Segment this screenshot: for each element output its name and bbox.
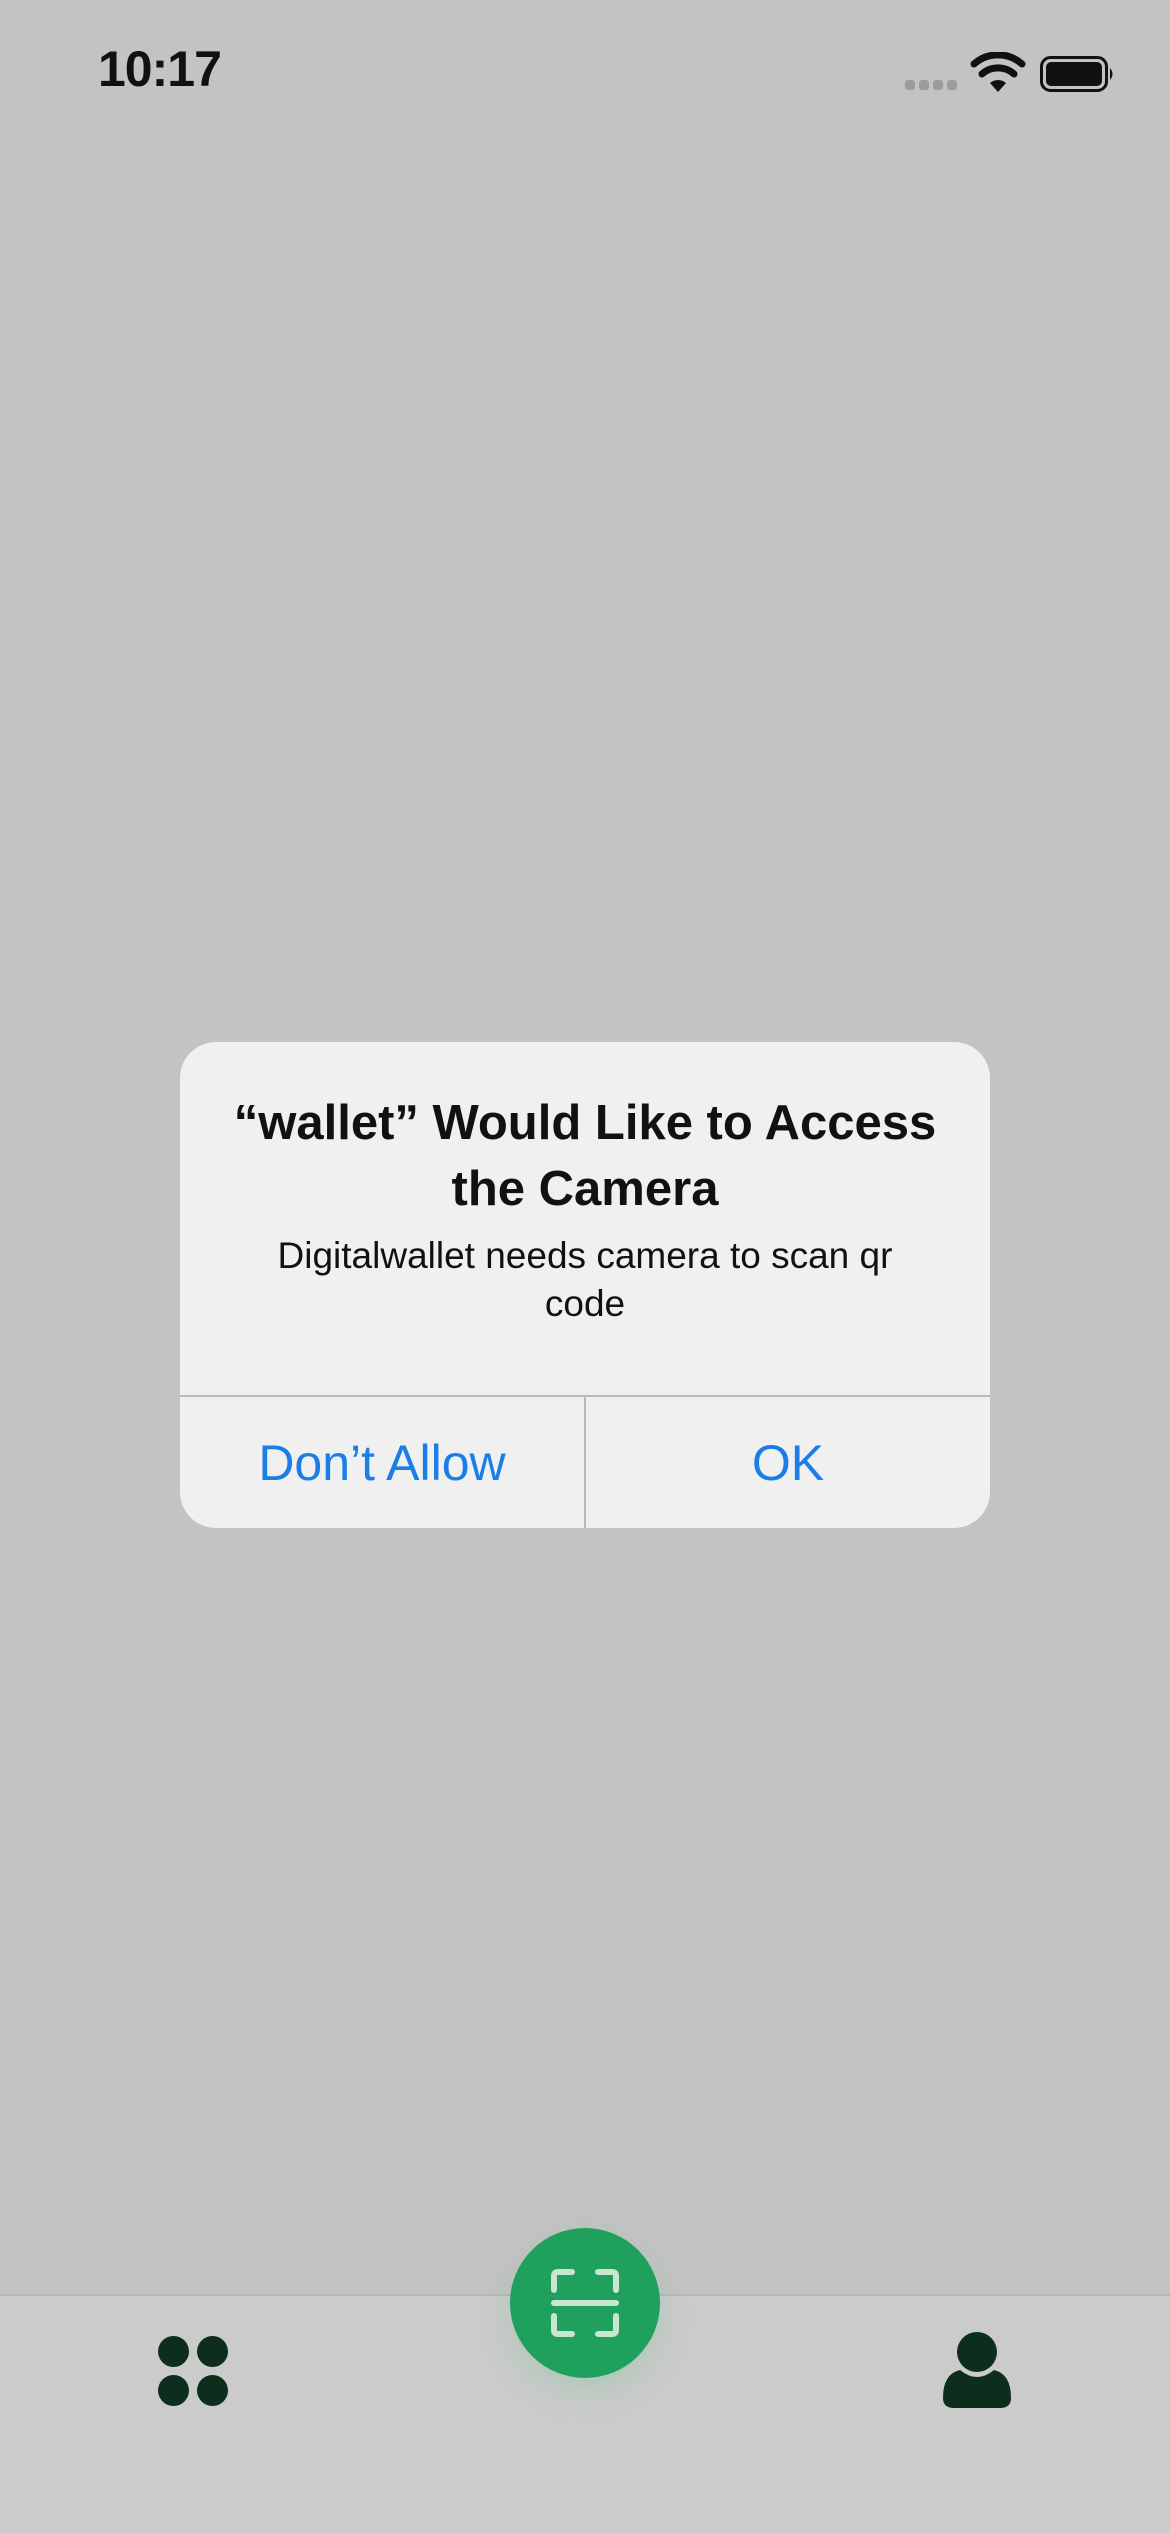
profile-icon[interactable] [940,2330,1014,2410]
cellular-signal-icon [905,80,957,90]
dont-allow-button[interactable]: Don’t Allow [180,1397,584,1528]
battery-icon [1040,56,1113,92]
wifi-icon [970,52,1026,92]
scan-qr-button[interactable] [510,2228,660,2378]
alert-title: “wallet” Would Like to Access the Camera [233,1096,937,1216]
alert-message: Digitalwallet needs camera to scan qr co… [277,1235,893,1324]
ok-button[interactable]: OK [586,1397,990,1528]
scan-qr-icon [551,2269,619,2337]
camera-screen: 10:17 “wallet” Would Like to Access the … [0,0,1170,2534]
status-bar: 10:17 [0,0,1170,150]
status-time: 10:17 [98,41,222,97]
home-grid-icon[interactable] [152,2330,234,2412]
camera-permission-alert: “wallet” Would Like to Access the Camera… [180,1042,990,1528]
